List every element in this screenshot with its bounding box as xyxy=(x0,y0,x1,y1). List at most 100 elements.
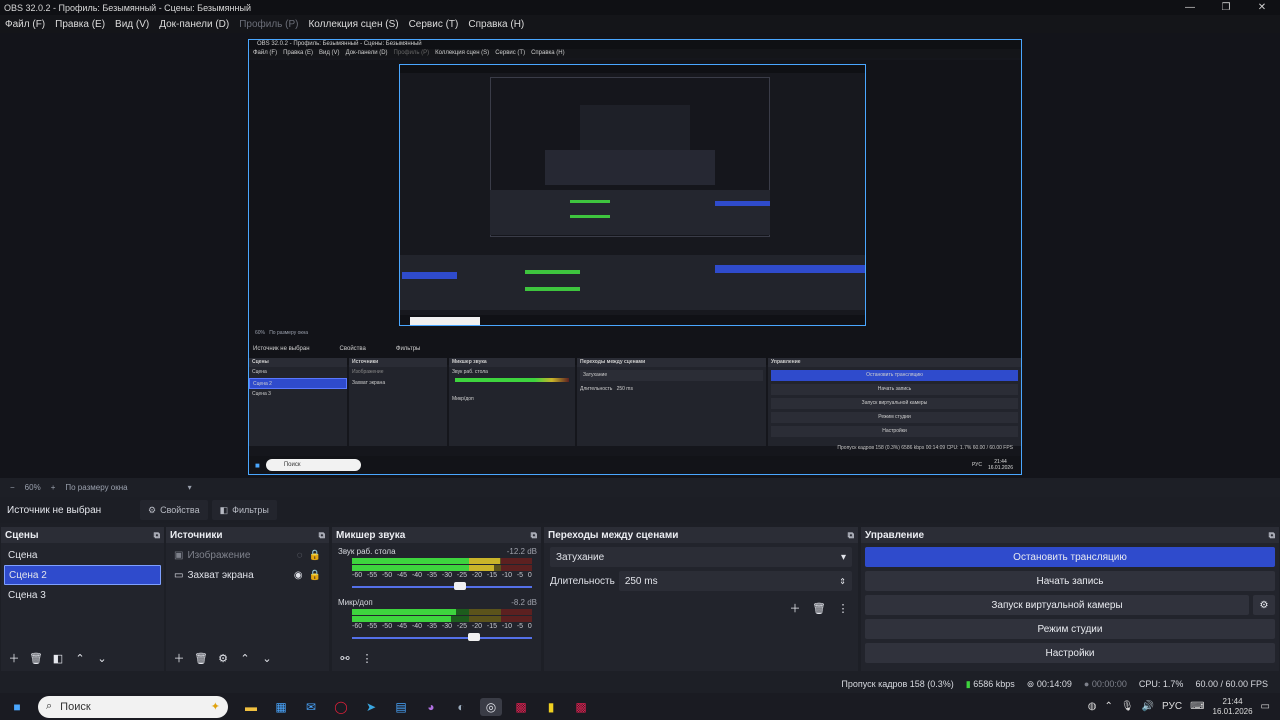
outlook-icon[interactable]: ✉ xyxy=(300,698,322,716)
meter-tick: -10 xyxy=(501,623,512,630)
duration-input[interactable]: 250 ms ⇕ xyxy=(618,571,852,591)
nested-menu-item: Файл (F) xyxy=(253,50,278,56)
menu-help[interactable]: Справка (H) xyxy=(463,19,529,30)
undock-icon[interactable]: ⧉ xyxy=(154,530,160,541)
source-item[interactable]: ▭ Захват экрана ◉ 🔒 xyxy=(166,565,329,585)
filters-button[interactable]: ◧ Фильтры xyxy=(211,500,277,520)
network-icon[interactable]: ⌨ xyxy=(1190,701,1204,712)
eye-icon[interactable]: ◉ xyxy=(294,570,303,581)
menu-view[interactable]: Вид (V) xyxy=(110,19,154,30)
more-icon[interactable]: ⋮ xyxy=(834,599,852,617)
chevron-up-icon[interactable]: ⌃ xyxy=(1104,701,1112,712)
tray-icon[interactable]: ◍ xyxy=(1088,701,1097,712)
source-item[interactable]: ▣ Изображение ◌ 🔒 xyxy=(166,545,329,565)
menu-bar: Файл (F) Правка (E) Вид (V) Док-панели (… xyxy=(0,15,1280,33)
fit-to-window-select[interactable]: По размеру окна xyxy=(65,483,127,492)
clock-time: 21:44 xyxy=(1222,696,1243,706)
studio-mode-button[interactable]: Режим студии xyxy=(865,619,1275,639)
volume-slider[interactable] xyxy=(352,582,537,592)
trash-icon[interactable]: 🗑 xyxy=(810,599,828,617)
zoom-in-button[interactable]: + xyxy=(51,483,56,492)
mic-icon[interactable]: 🎙 xyxy=(1121,701,1134,712)
add-icon[interactable]: ＋ xyxy=(170,649,188,667)
menu-scene-collection[interactable]: Коллекция сцен (S) xyxy=(303,19,403,30)
nested-taskbar: ■ Поиск РУС 21:44 16.01.2026 xyxy=(249,456,1021,474)
search-label: Поиск xyxy=(60,700,91,713)
gear-icon[interactable]: ⚙ xyxy=(214,649,232,667)
search-icon: ⌕ xyxy=(46,700,53,712)
audio-mixer-dock: Микшер звука ⧉ Звук раб. стола -12.2 dB -6… xyxy=(332,527,541,671)
app-icon-3[interactable]: ▩ xyxy=(570,698,592,716)
link-icon[interactable]: ⚯ xyxy=(336,649,354,667)
settings-button[interactable]: Настройки xyxy=(865,643,1275,663)
sources-toolbar: ＋ 🗑 ⚙ ⌃ ⌄ xyxy=(170,647,276,669)
opera-icon[interactable]: ◯ xyxy=(330,698,352,716)
chevron-up-icon[interactable]: ⌃ xyxy=(71,649,89,667)
undock-icon[interactable]: ⧉ xyxy=(1269,530,1275,541)
windows-start-icon[interactable]: ■ xyxy=(6,698,28,716)
filter-icon[interactable]: ◧ xyxy=(49,649,67,667)
menu-file[interactable]: Файл (F) xyxy=(0,19,50,30)
menu-docks[interactable]: Док-панели (D) xyxy=(154,19,234,30)
start-recording-button[interactable]: Начать запись xyxy=(865,571,1275,591)
start-virtual-camera-button[interactable]: Запуск виртуальной камеры xyxy=(865,595,1249,615)
volume-icon[interactable]: 🔊 xyxy=(1142,701,1154,712)
more-icon[interactable]: ⋮ xyxy=(358,649,376,667)
add-icon[interactable]: ＋ xyxy=(5,649,23,667)
menu-tools[interactable]: Сервис (T) xyxy=(404,19,464,30)
undock-icon[interactable]: ⧉ xyxy=(531,530,537,541)
chevron-up-icon[interactable]: ⌃ xyxy=(236,649,254,667)
clock[interactable]: 21:44 16.01.2026 xyxy=(1213,697,1253,717)
zoom-out-button[interactable]: − xyxy=(10,483,15,492)
record-icon: ● xyxy=(1083,679,1090,689)
steam-icon[interactable]: ◐ xyxy=(450,698,472,716)
meter-tick: -15 xyxy=(486,623,497,630)
meter-tick: -35 xyxy=(426,572,438,579)
lang-indicator[interactable]: РУС xyxy=(1162,701,1182,712)
menu-edit[interactable]: Правка (E) xyxy=(50,19,110,30)
close-button[interactable]: ✕ xyxy=(1244,2,1280,13)
minimize-button[interactable]: — xyxy=(1172,2,1208,13)
taskbar-search[interactable]: ⌕ Поиск ✦ xyxy=(38,695,228,718)
spin-icon[interactable]: ⇕ xyxy=(839,577,846,586)
notification-icon[interactable]: ▭ xyxy=(1261,701,1280,712)
preview-capture[interactable]: OBS 32.0.2 - Профиль: Безымянный - Сцены… xyxy=(248,39,1022,475)
properties-button[interactable]: ⚙ Свойства xyxy=(140,500,208,520)
messenger-icon[interactable]: ◕ xyxy=(420,698,442,716)
volume-knob[interactable] xyxy=(468,633,481,641)
calculator-icon[interactable]: ▦ xyxy=(270,698,292,716)
system-tray: ◍ ⌃ 🎙 🔊 РУС ⌨ 21:44 16.01.2026 ▭ xyxy=(1088,697,1280,717)
sources-header: Источники ⧉ xyxy=(166,527,329,543)
stop-streaming-button[interactable]: Остановить трансляцию xyxy=(865,547,1275,567)
meter-tick: -30 xyxy=(441,623,453,630)
scene-item[interactable]: Сцена 2 xyxy=(4,565,161,585)
lock-icon[interactable]: 🔒 xyxy=(309,550,321,561)
scene-item[interactable]: Сцена xyxy=(1,545,164,565)
volume-knob[interactable] xyxy=(454,582,466,590)
app-icon-2[interactable]: ▮ xyxy=(540,698,562,716)
trash-icon[interactable]: 🗑 xyxy=(27,649,45,667)
volume-slider[interactable] xyxy=(352,633,537,643)
channel-name: Микр/доп xyxy=(338,598,373,607)
source-toolbar: Источник не выбран ⚙ Свойства ◧ Фильтры xyxy=(0,497,1280,523)
chevron-down-icon[interactable]: ▾ xyxy=(188,483,192,492)
telegram-icon[interactable]: ➤ xyxy=(360,698,382,716)
eye-hidden-icon[interactable]: ◌ xyxy=(297,550,303,561)
maximize-button[interactable]: ❐ xyxy=(1208,2,1244,13)
word-icon[interactable]: ▤ xyxy=(390,698,412,716)
lock-icon[interactable]: 🔒 xyxy=(309,570,321,581)
folder-icon[interactable]: ▬ xyxy=(240,698,262,716)
transition-select[interactable]: Затухание ▾ xyxy=(550,547,852,567)
undock-icon[interactable]: ⧉ xyxy=(319,530,325,541)
nested-ctl-button: Остановить трансляцию xyxy=(771,370,1018,381)
undock-icon[interactable]: ⧉ xyxy=(848,530,854,541)
obs-icon[interactable]: ◎ xyxy=(480,697,502,716)
gear-icon[interactable]: ⚙ xyxy=(1253,595,1275,615)
menu-profile[interactable]: Профиль (P) xyxy=(234,19,303,30)
chevron-down-icon[interactable]: ⌄ xyxy=(93,649,111,667)
add-icon[interactable]: ＋ xyxy=(786,599,804,617)
scene-item[interactable]: Сцена 3 xyxy=(1,585,164,605)
trash-icon[interactable]: 🗑 xyxy=(192,649,210,667)
app-icon[interactable]: ▩ xyxy=(510,698,532,716)
chevron-down-icon[interactable]: ⌄ xyxy=(258,649,276,667)
